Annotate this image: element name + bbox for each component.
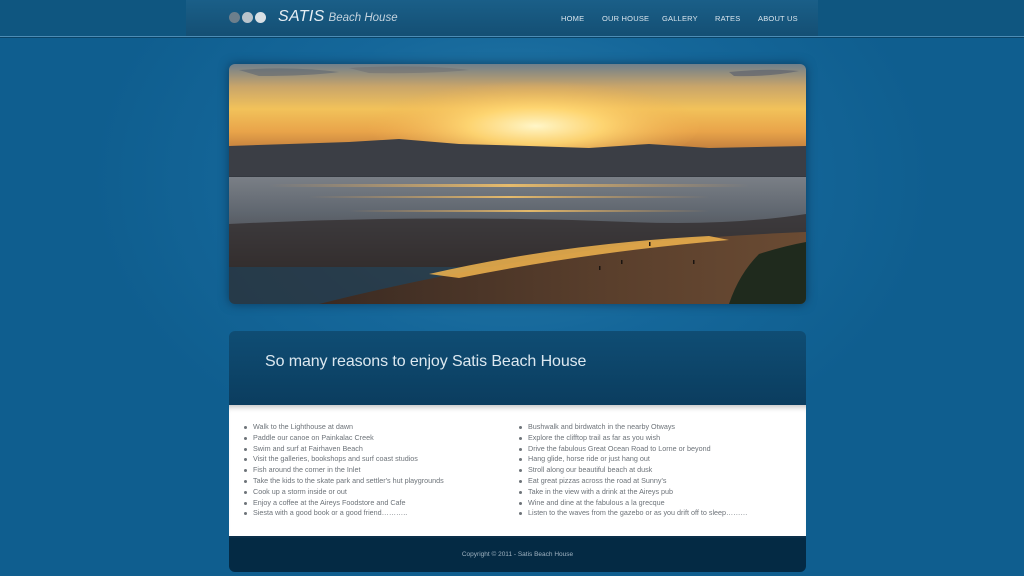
list-item: Take in the view with a drink at the Air…	[519, 487, 748, 498]
reasons-list-right: Bushwalk and birdwatch in the nearby Otw…	[519, 422, 748, 519]
reasons-list-left: Walk to the Lighthouse at dawn Paddle our…	[244, 422, 444, 519]
content-body: Walk to the Lighthouse at dawn Paddle our…	[229, 405, 806, 536]
nav-home[interactable]: HOME	[561, 14, 584, 23]
list-item: Eat great pizzas across the road at Sunn…	[519, 476, 748, 487]
logo-dot	[229, 12, 240, 23]
nav-rates[interactable]: RATES	[715, 14, 740, 23]
list-item: Take the kids to the skate park and sett…	[244, 476, 444, 487]
content-header: So many reasons to enjoy Satis Beach Hou…	[229, 331, 806, 405]
nav-about-us[interactable]: ABOUT US	[758, 14, 798, 23]
copyright-text: Copyright © 2011 - Satis Beach House	[461, 551, 574, 558]
logo-sub-text: Beach House	[328, 12, 398, 24]
logo-dot	[242, 12, 253, 23]
list-item: Listen to the waves from the gazebo or a…	[519, 508, 748, 519]
logo-dot	[255, 12, 266, 23]
list-item: Paddle our canoe on Painkalac Creek	[244, 433, 444, 444]
content-title: So many reasons to enjoy Satis Beach Hou…	[265, 353, 587, 370]
list-item: Wine and dine at the fabulous a la grecq…	[519, 498, 748, 509]
top-bar	[0, 0, 1024, 37]
nav-gallery[interactable]: GALLERY	[662, 14, 698, 23]
nav-our-house[interactable]: OUR HOUSE	[602, 14, 649, 23]
list-item: Cook up a storm inside or out	[244, 487, 444, 498]
list-item: Visit the galleries, bookshops and surf …	[244, 454, 444, 465]
list-item: Enjoy a coffee at the Aireys Foodstore a…	[244, 498, 444, 509]
sunset-beach-photo	[229, 64, 806, 304]
site-logo[interactable]: SATIS Beach House	[278, 8, 398, 26]
list-item: Siesta with a good book or a good friend…	[244, 508, 444, 519]
list-item: Drive the fabulous Great Ocean Road to L…	[519, 444, 748, 455]
list-item: Swim and surf at Fairhaven Beach	[244, 444, 444, 455]
list-item: Fish around the corner in the Inlet	[244, 465, 444, 476]
logo-main-text: SATIS	[278, 8, 325, 25]
list-item: Bushwalk and birdwatch in the nearby Otw…	[519, 422, 748, 433]
list-item: Walk to the Lighthouse at dawn	[244, 422, 444, 433]
hero-image	[229, 64, 806, 304]
list-item: Hang glide, horse ride or just hang out	[519, 454, 748, 465]
footer: Copyright © 2011 - Satis Beach House	[229, 536, 806, 572]
list-item: Explore the clifftop trail as far as you…	[519, 433, 748, 444]
list-item: Stroll along our beautiful beach at dusk	[519, 465, 748, 476]
